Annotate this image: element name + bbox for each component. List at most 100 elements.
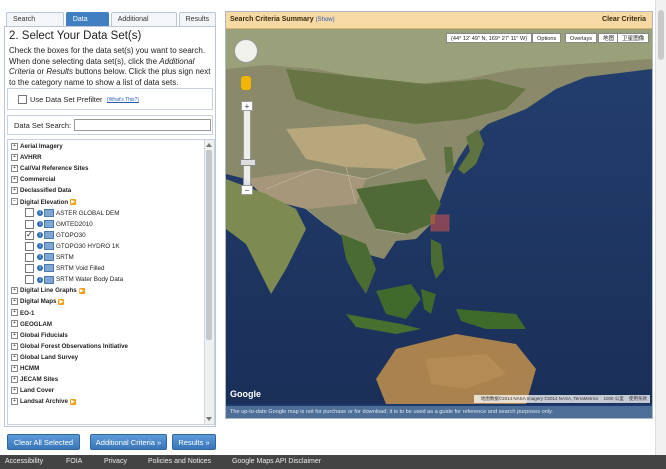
dataset-checkbox[interactable]	[25, 241, 34, 251]
map-disclaimer: The up-to-date Google map is not for pur…	[226, 406, 652, 418]
expand-icon[interactable]: +	[11, 364, 18, 372]
zoom-slider[interactable]	[243, 101, 251, 195]
map-type-satellite-button[interactable]: 卫星图像	[617, 33, 650, 43]
page-scrollbar[interactable]	[655, 0, 666, 455]
satellite-map-image[interactable]	[226, 29, 652, 404]
results-button[interactable]: Results »	[172, 434, 216, 450]
expand-icon[interactable]: +	[11, 320, 18, 328]
category-label: AVHRR	[20, 154, 42, 162]
footer-link-foia[interactable]: FOIA	[66, 455, 82, 469]
dataset-info-icon[interactable]: i	[37, 221, 43, 228]
expand-icon[interactable]: +	[11, 309, 18, 317]
street-view-pegman-icon[interactable]	[241, 76, 251, 90]
tab-results[interactable]: Results	[178, 12, 216, 26]
attribution-text: 地图数据©2014 NASA Imagery ©2014 NASA, Terra…	[480, 396, 599, 401]
expand-icon[interactable]: +	[11, 353, 18, 361]
dataset-footprint-icon[interactable]	[44, 275, 54, 284]
tab-data-sets[interactable]: Data Sets	[65, 12, 109, 36]
prefilter-label: Use Data Set Prefilter	[30, 95, 103, 104]
dataset-info-icon[interactable]: i	[37, 232, 43, 239]
category-item[interactable]: + Commercial	[11, 174, 55, 185]
scroll-up-icon[interactable]	[206, 143, 212, 147]
category-item[interactable]: + Global Fiducials	[11, 330, 68, 341]
zoom-in-button[interactable]: +	[241, 101, 253, 111]
expand-icon[interactable]: +	[11, 387, 18, 395]
scroll-down-icon[interactable]	[206, 417, 212, 421]
expand-icon[interactable]: +	[11, 298, 18, 306]
terms-link[interactable]: 使用条款	[629, 396, 647, 401]
show-link[interactable]: (Show)	[316, 17, 335, 23]
category-item[interactable]: + Aerial Imagery	[11, 141, 63, 152]
category-info-icon[interactable]: ▶	[58, 298, 65, 305]
category-item[interactable]: + Global Land Survey	[11, 352, 78, 363]
category-item[interactable]: + JECAM Sites	[11, 374, 58, 385]
dataset-search-input[interactable]	[74, 119, 211, 131]
category-item[interactable]: + GEOGLAM	[11, 319, 52, 330]
dataset-info-icon[interactable]: i	[37, 254, 43, 261]
prefilter-checkbox[interactable]	[18, 95, 27, 104]
category-item[interactable]: − Digital Elevation ▶	[11, 197, 77, 208]
zoom-out-button[interactable]: −	[241, 185, 253, 195]
dataset-checkbox[interactable]	[25, 208, 34, 218]
expand-icon[interactable]: +	[11, 342, 18, 350]
dataset-checkbox[interactable]	[25, 263, 34, 273]
category-item[interactable]: + Global Forest Observations Initiative	[11, 341, 128, 352]
dataset-info-icon[interactable]: i	[37, 265, 43, 272]
footer-link-policies[interactable]: Policies and Notices	[148, 455, 211, 469]
category-item[interactable]: + EO-1	[11, 308, 34, 319]
dataset-checkbox[interactable]	[25, 252, 34, 262]
footer-link-google-maps-disclaimer[interactable]: Google Maps API Disclaimer	[232, 455, 321, 469]
expand-icon[interactable]: −	[11, 198, 18, 206]
expand-icon[interactable]: +	[11, 398, 18, 406]
tab-search-criteria[interactable]: Search Criteria	[6, 12, 64, 36]
overlays-button[interactable]: Overlays	[565, 33, 598, 43]
expand-icon[interactable]: +	[11, 165, 18, 173]
dataset-info-icon[interactable]: i	[37, 276, 43, 283]
category-item[interactable]: + Digital Line Graphs ▶	[11, 285, 85, 296]
category-info-icon[interactable]: ▶	[69, 398, 76, 405]
page-scroll-thumb[interactable]	[658, 10, 664, 60]
whats-this-link[interactable]: (What's This?)	[107, 97, 139, 103]
category-item[interactable]: + Land Cover	[11, 385, 54, 396]
category-label: Global Fiducials	[20, 331, 68, 339]
category-info-icon[interactable]: ▶	[70, 198, 77, 205]
clear-criteria-link[interactable]: Clear Criteria	[602, 16, 646, 23]
dataset-checkbox[interactable]	[25, 229, 34, 240]
dataset-footprint-icon[interactable]	[44, 231, 54, 240]
dataset-footprint-icon[interactable]	[44, 253, 54, 262]
options-button[interactable]: Options	[532, 33, 562, 43]
footer-link-accessibility[interactable]: Accessibility	[5, 455, 43, 469]
category-item[interactable]: + Landsat Archive ▶	[11, 396, 76, 407]
expand-icon[interactable]: +	[11, 142, 18, 150]
category-item[interactable]: + Cal/Val Reference Sites	[11, 163, 88, 174]
category-item[interactable]: + HCMM	[11, 363, 39, 374]
category-item[interactable]: + AVHRR	[11, 152, 42, 163]
tab-additional-criteria[interactable]: Additional Criteria	[110, 12, 177, 36]
dataset-info-icon[interactable]: i	[37, 243, 43, 250]
map-canvas[interactable]: (44° 12' 49" N, 169° 27' 11" W) Options …	[226, 29, 652, 404]
expand-icon[interactable]: +	[11, 153, 18, 161]
expand-icon[interactable]: +	[11, 375, 18, 383]
expand-icon[interactable]: +	[11, 187, 18, 195]
tree-scrollbar[interactable]	[204, 140, 214, 424]
dataset-footprint-icon[interactable]	[44, 264, 54, 273]
clear-all-selected-button[interactable]: Clear All Selected	[7, 434, 80, 450]
category-info-icon[interactable]: ▶	[78, 287, 85, 294]
category-item[interactable]: + Declassified Data	[11, 185, 71, 196]
dataset-footprint-icon[interactable]	[44, 220, 54, 229]
category-label: Land Cover	[20, 387, 55, 395]
footer-link-privacy[interactable]: Privacy	[104, 455, 127, 469]
pan-control-icon[interactable]	[234, 39, 258, 63]
expand-icon[interactable]: +	[11, 176, 18, 184]
dataset-footprint-icon[interactable]	[44, 242, 54, 251]
additional-criteria-button[interactable]: Additional Criteria »	[90, 434, 167, 450]
dataset-info-icon[interactable]: i	[37, 209, 43, 216]
category-item[interactable]: + Digital Maps ▶	[11, 296, 65, 307]
dataset-checkbox[interactable]	[25, 219, 34, 229]
expand-icon[interactable]: +	[11, 331, 18, 339]
scroll-thumb[interactable]	[206, 150, 212, 340]
dataset-footprint-icon[interactable]	[44, 208, 54, 217]
dataset-checkbox[interactable]	[25, 275, 34, 285]
zoom-slider-thumb[interactable]	[240, 159, 256, 166]
expand-icon[interactable]: +	[11, 287, 18, 295]
